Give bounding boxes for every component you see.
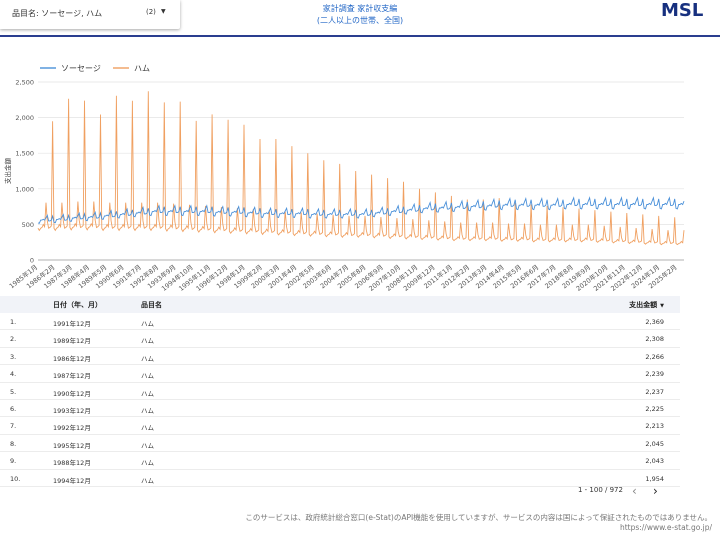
column-header-value[interactable]: 支出金額 ▼ xyxy=(629,300,664,310)
row-item: ハム xyxy=(141,459,154,468)
table-row: 1. 1991年12月 ハム 2,369 xyxy=(0,313,680,331)
legend-label-ham: ハム xyxy=(134,64,150,73)
header-divider xyxy=(0,35,720,37)
table-row: 2. 1989年12月 ハム 2,308 xyxy=(0,330,680,348)
column-header-date[interactable]: 日付（年、月） xyxy=(53,300,102,310)
row-item: ハム xyxy=(141,441,154,450)
footer-url[interactable]: https://www.e-stat.go.jp/ xyxy=(245,523,712,533)
column-header-item[interactable]: 品目名 xyxy=(141,300,162,310)
series-line-sausage xyxy=(37,196,685,224)
y-tick-label: 1,000 xyxy=(15,185,34,193)
row-number: 9. xyxy=(10,457,17,466)
caret-down-icon: ▼ xyxy=(161,8,166,15)
table-body: 1. 1991年12月 ハム 2,369 2. 1989年12月 ハム 2,308 3. 1986… xyxy=(0,313,680,487)
filter-label: 品目名: ソーセージ, ハム xyxy=(12,9,103,18)
table-row: 10. 1994年12月 ハム 1,954 xyxy=(0,470,680,487)
row-number: 5. xyxy=(10,387,17,396)
table-row: 8. 1995年12月 ハム 2,045 xyxy=(0,435,680,453)
row-value: 2,225 xyxy=(645,404,664,413)
row-item: ハム xyxy=(141,354,154,363)
row-item: ハム xyxy=(141,424,154,433)
row-value: 2,237 xyxy=(645,387,664,396)
row-item: ハム xyxy=(141,476,154,485)
y-tick-label: 2,500 xyxy=(15,79,34,87)
row-date: 1986年12月 xyxy=(53,354,91,363)
data-table: 日付（年、月） 品目名 支出金額 ▼ 1. 1991年12月 ハム 2,369 2. 198… xyxy=(0,296,680,487)
time-series-chart: 05001,0001,5002,0002,500支出金額ソーセージ ハム1985年… xyxy=(3,64,685,293)
row-value: 2,239 xyxy=(645,370,664,379)
row-date: 1995年12月 xyxy=(53,441,91,450)
row-number: 10. xyxy=(10,474,21,483)
column-header-value-label: 支出金額 xyxy=(629,301,658,309)
table-row: 5. 1990年12月 ハム 2,237 xyxy=(0,383,680,400)
row-number: 6. xyxy=(10,404,17,413)
chevron-left-icon[interactable]: ‹ xyxy=(632,484,637,498)
series-line-ham xyxy=(37,91,685,246)
row-date: 1988年12月 xyxy=(53,459,91,468)
row-value: 2,369 xyxy=(645,318,664,326)
item-filter-dropdown[interactable]: 品目名: ソーセージ, ハム (2) ▼ xyxy=(0,0,180,29)
y-axis-title: 支出金額 xyxy=(3,158,12,185)
row-item: ハム xyxy=(141,337,154,346)
filter-count: (2) xyxy=(146,8,156,16)
row-value: 2,043 xyxy=(645,457,664,466)
table-row: 6. 1993年12月 ハム 2,225 xyxy=(0,400,680,418)
row-item: ハム xyxy=(141,406,154,415)
row-date: 1990年12月 xyxy=(53,389,91,398)
chevron-right-icon[interactable]: › xyxy=(653,484,658,498)
row-value: 2,308 xyxy=(645,335,664,344)
table-row: 3. 1986年12月 ハム 2,266 xyxy=(0,348,680,366)
legend-label-sausage: ソーセージ xyxy=(61,64,101,73)
row-date: 1994年12月 xyxy=(53,476,91,485)
row-number: 4. xyxy=(10,370,17,379)
page-title-line2: (二人以上の世帯、全国) xyxy=(316,16,404,25)
table-row: 7. 1992年12月 ハム 2,213 xyxy=(0,417,680,435)
table-row: 4. 1987年12月 ハム 2,239 xyxy=(0,365,680,383)
row-item: ハム xyxy=(141,320,154,328)
row-value: 2,266 xyxy=(645,352,664,361)
footer-note: このサービスは、政府統計総合窓口(e-Stat)のAPI機能を使用していますが、… xyxy=(245,513,712,533)
row-date: 1989年12月 xyxy=(53,337,91,346)
row-number: 8. xyxy=(10,439,17,448)
row-item: ハム xyxy=(141,372,154,381)
row-date: 1992年12月 xyxy=(53,424,91,433)
row-number: 7. xyxy=(10,422,17,431)
y-tick-label: 500 xyxy=(22,221,34,229)
row-number: 1. xyxy=(10,318,17,326)
sort-desc-icon: ▼ xyxy=(660,303,664,309)
y-tick-label: 1,500 xyxy=(15,150,34,158)
row-date: 1987年12月 xyxy=(53,372,91,381)
page-title: 家計調査 家計収支編 (二人以上の世帯、全国) xyxy=(250,3,470,27)
row-value: 1,954 xyxy=(645,474,664,483)
row-number: 3. xyxy=(10,352,17,361)
table-row: 9. 1988年12月 ハム 2,043 xyxy=(0,452,680,470)
msl-logo: MSL xyxy=(661,0,704,21)
row-value: 2,045 xyxy=(645,439,664,448)
page-title-line1: 家計調査 家計収支編 xyxy=(322,4,398,13)
table-header: 日付（年、月） 品目名 支出金額 ▼ xyxy=(0,296,680,313)
row-item: ハム xyxy=(141,389,154,398)
row-value: 2,213 xyxy=(645,422,664,431)
footer-disclaimer: このサービスは、政府統計総合窓口(e-Stat)のAPI機能を使用していますが、… xyxy=(245,513,712,522)
y-tick-label: 2,000 xyxy=(15,114,34,122)
row-date: 1991年12月 xyxy=(53,320,91,328)
row-date: 1993年12月 xyxy=(53,406,91,415)
pagination-label: 1 - 100 / 972 xyxy=(578,486,623,494)
row-number: 2. xyxy=(10,335,17,344)
